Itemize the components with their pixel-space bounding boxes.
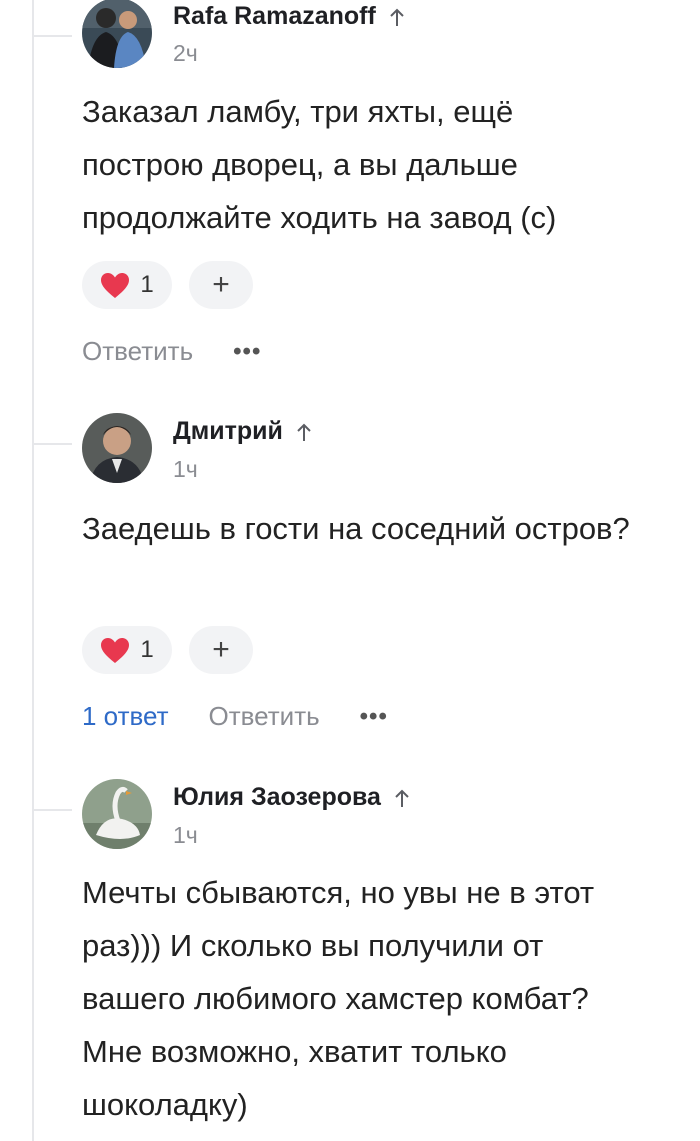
avatar[interactable] [82,413,152,483]
comment-actions: 1 ответ Ответить ••• [82,701,388,732]
thread-branch [32,809,72,811]
comment-text: Заказал ламбу, три яхты, ещё построю дво… [82,94,557,235]
thread-branch [32,35,72,37]
comment-time: 1ч [173,456,198,482]
like-button[interactable]: 1 [82,626,172,674]
arrow-up-icon [390,8,404,26]
heart-icon [101,637,130,663]
replies-link[interactable]: 1 ответ [82,701,169,732]
comment-actions: Ответить ••• [82,336,261,367]
reply-button[interactable]: Ответить [82,336,193,367]
like-count: 1 [140,271,154,298]
author-name[interactable]: Дмитрий [173,417,313,446]
arrow-up-icon [395,789,409,807]
thread-branch [32,443,72,445]
more-dots-icon[interactable]: ••• [233,338,261,366]
thread-line [32,0,34,1141]
like-count: 1 [140,636,154,663]
avatar[interactable] [82,779,152,849]
author-name[interactable]: Юлия Заозерова [173,783,411,812]
comment-time: 1ч [173,822,198,848]
comment-text: Мечты сбываются, но увы не в этот раз)))… [82,875,595,1122]
like-button[interactable]: 1 [82,261,172,309]
arrow-up-icon [297,423,311,441]
avatar[interactable] [82,0,152,68]
comment-time: 2ч [173,40,198,66]
heart-icon [101,272,130,298]
author-name[interactable]: Rafa Ramazanoff [173,2,406,31]
add-reaction-button[interactable]: + [189,261,253,309]
plus-icon: + [212,268,230,301]
reply-button[interactable]: Ответить [209,701,320,732]
comment-text: Заедешь в гости на соседний остров? [82,511,630,546]
plus-icon: + [212,633,230,666]
add-reaction-button[interactable]: + [189,626,253,674]
more-dots-icon[interactable]: ••• [360,703,388,731]
